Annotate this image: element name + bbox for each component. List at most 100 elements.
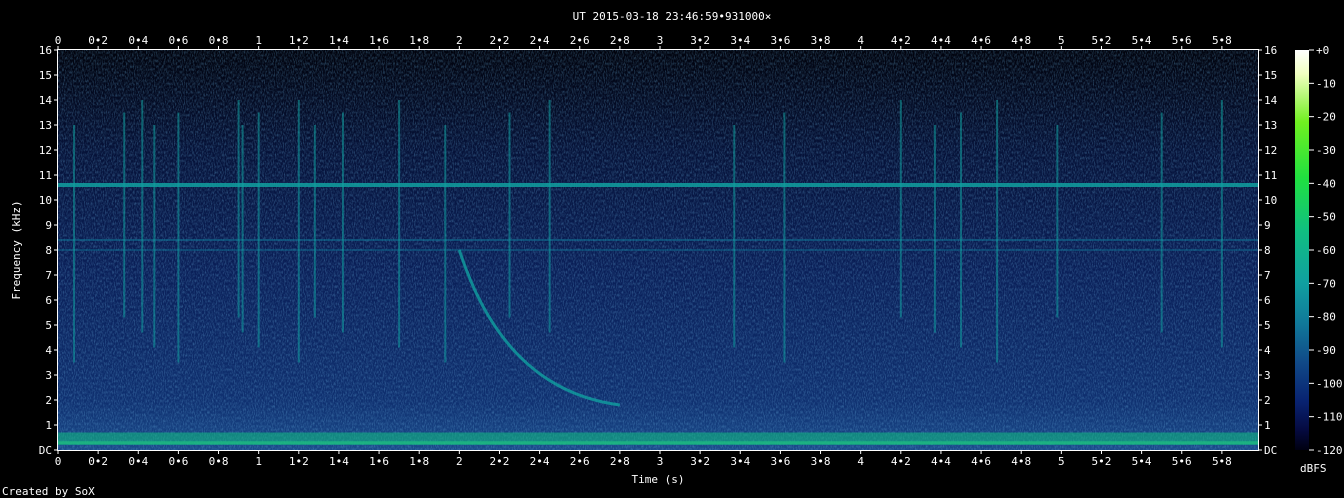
y-tick-label-left: 1 [45, 419, 52, 432]
x-tick-label-bottom: 0•2 [88, 455, 108, 468]
colorbar-ticks: +0 -10 -20 -30 -40 -50 -60 -70 -80 -90 -100 -110 -12… [1309, 44, 1343, 457]
x-tick-label-bottom: 5 [1058, 455, 1065, 468]
x-tick-label-bottom: 2•2 [490, 455, 510, 468]
colorbar-tick-label: -30 [1316, 144, 1336, 157]
x-tick-label-top: 4•8 [1011, 34, 1031, 47]
y-tick-label-left: 6 [45, 294, 52, 307]
x-tick-label-top: 0•6 [168, 34, 188, 47]
y-tick-label-right: 5 [1264, 319, 1271, 332]
y-tick-label-right: 9 [1264, 219, 1271, 232]
x-tick-label-bottom: 5•4 [1132, 455, 1152, 468]
colorbar-tick-label: -50 [1316, 211, 1336, 224]
x-tick-label-bottom: 0 [55, 455, 62, 468]
chart-title: UT 2015-03-18 23:46:59•931000× [573, 10, 772, 23]
y-tick-label-left: 13 [39, 119, 52, 132]
colorbar-label: dBFS [1300, 462, 1327, 475]
y-tick-label-right: 10 [1264, 194, 1277, 207]
x-tick-label-top: 2•4 [530, 34, 550, 47]
x-tick-label-top: 4 [857, 34, 864, 47]
x-tick-label-top: 3•8 [811, 34, 831, 47]
x-tick-label-bottom: 5•8 [1212, 455, 1232, 468]
y-tick-label-left: 9 [45, 219, 52, 232]
x-tick-label-top: 0•4 [128, 34, 148, 47]
y-tick-label-left: 10 [39, 194, 52, 207]
x-tick-label-bottom: 2•8 [610, 455, 630, 468]
x-tick-label-bottom: 0•4 [128, 455, 148, 468]
y-tick-label-right: 15 [1264, 69, 1277, 82]
x-tick-label-bottom: 4•8 [1011, 455, 1031, 468]
spectrogram-chart: UT 2015-03-18 23:46:59•931000× 0 0•2 0•4 0•… [2, 10, 1343, 498]
x-tick-label-top: 1•2 [289, 34, 309, 47]
x-tick-label-top: 1•4 [329, 34, 349, 47]
x-tick-label-top: 0•2 [88, 34, 108, 47]
x-tick-label-top: 3•6 [770, 34, 790, 47]
x-tick-label-top: 5 [1058, 34, 1065, 47]
x-tick-label-bottom: 2•6 [570, 455, 590, 468]
colorbar-gradient [1295, 50, 1309, 450]
x-tick-label-bottom: 4 [857, 455, 864, 468]
colorbar-tick-label: +0 [1316, 44, 1329, 57]
x-tick-label-bottom: 1•8 [409, 455, 429, 468]
colorbar-tick-label: -120 [1316, 444, 1343, 457]
x-tick-label-top: 1•8 [409, 34, 429, 47]
x-tick-label-top: 0•8 [209, 34, 229, 47]
x-tick-label-bottom: 2•4 [530, 455, 550, 468]
colorbar-tick-label: -40 [1316, 177, 1336, 190]
y-tick-label-left: 15 [39, 69, 52, 82]
colorbar-tick-label: -70 [1316, 277, 1336, 290]
x-tick-label-bottom: 4•2 [891, 455, 911, 468]
y-tick-label-left: 5 [45, 319, 52, 332]
x-tick-label-top: 2•8 [610, 34, 630, 47]
y-tick-label-left: 12 [39, 144, 52, 157]
y-axis-right: DC12345678910111213141516 [1258, 44, 1278, 457]
x-tick-label-top: 4•6 [971, 34, 991, 47]
footer-credit: Created by SoX [2, 485, 95, 498]
y-tick-label-right: 1 [1264, 419, 1271, 432]
x-tick-label-top: 5•2 [1092, 34, 1112, 47]
x-tick-label-bottom: 1•6 [369, 455, 389, 468]
x-tick-label-bottom: 3•2 [690, 455, 710, 468]
y-tick-label-right: 4 [1264, 344, 1271, 357]
x-tick-label-bottom: 3•8 [811, 455, 831, 468]
x-axis-top: 0 0•2 0•4 0•6 0•8 1 1•2 1•4 1•6 1•8 2 2•2 2•4 2•6 2•8 3… [55, 34, 1232, 50]
y-axis-label: Frequency (kHz) [10, 200, 23, 299]
y-tick-label-right: 11 [1264, 169, 1277, 182]
x-tick-label-bottom: 1 [255, 455, 262, 468]
x-tick-label-top: 4•2 [891, 34, 911, 47]
x-tick-label-bottom: 0•6 [168, 455, 188, 468]
x-tick-label-top: 5•6 [1172, 34, 1192, 47]
x-tick-label-bottom: 3•6 [770, 455, 790, 468]
colorbar-tick-label: -110 [1316, 411, 1343, 424]
x-tick-label-top: 2•2 [490, 34, 510, 47]
x-tick-label-bottom: 3•4 [730, 455, 750, 468]
x-tick-label-bottom: 1•2 [289, 455, 309, 468]
y-tick-label-left: 3 [45, 369, 52, 382]
colorbar-tick-label: -10 [1316, 77, 1336, 90]
low-frequency-band-peak [58, 441, 1258, 445]
x-tick-label-bottom: 3 [657, 455, 664, 468]
y-tick-label-left: DC [39, 444, 52, 457]
colorbar-tick-label: -20 [1316, 111, 1336, 124]
x-tick-label-top: 2 [456, 34, 463, 47]
y-tick-label-right: 8 [1264, 244, 1271, 257]
x-tick-label-bottom: 5•6 [1172, 455, 1192, 468]
y-tick-label-left: 7 [45, 269, 52, 282]
y-tick-label-left: 11 [39, 169, 52, 182]
plot-area [57, 49, 1259, 451]
y-tick-label-right: DC [1264, 444, 1277, 457]
x-tick-label-bottom: 1•4 [329, 455, 349, 468]
x-tick-label-top: 4•4 [931, 34, 951, 47]
x-tick-label-bottom: 0•8 [209, 455, 229, 468]
x-tick-label-top: 2•6 [570, 34, 590, 47]
x-axis-label: Time (s) [632, 473, 685, 486]
colorbar: +0 -10 -20 -30 -40 -50 -60 -70 -80 -90 -100 -110 -12… [1295, 44, 1343, 475]
y-tick-label-right: 13 [1264, 119, 1277, 132]
y-tick-label-left: 14 [39, 94, 53, 107]
x-tick-label-top: 3•4 [730, 34, 750, 47]
x-axis-bottom: 0 0•2 0•4 0•6 0•8 1 1•2 1•4 1•6 1•8 2 2•2 2•4 2•6 2•8 3… [55, 450, 1232, 468]
y-tick-label-left: 4 [45, 344, 52, 357]
x-tick-label-top: 1•6 [369, 34, 389, 47]
y-tick-label-right: 7 [1264, 269, 1271, 282]
colorbar-tick-label: -100 [1316, 377, 1343, 390]
colorbar-tick-label: -90 [1316, 344, 1336, 357]
